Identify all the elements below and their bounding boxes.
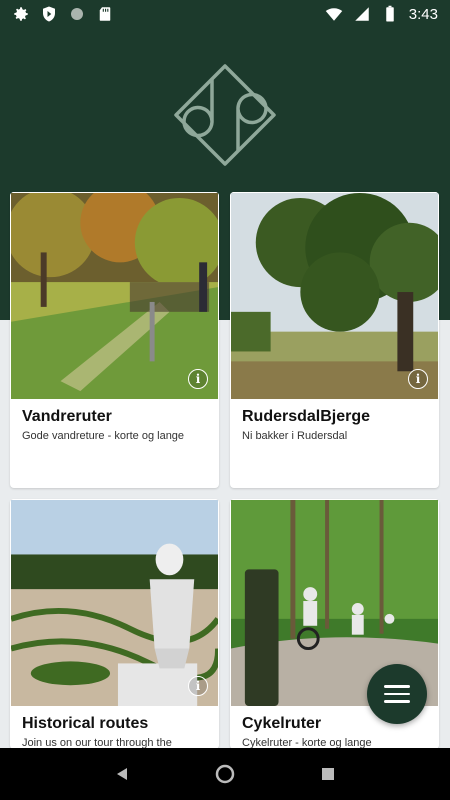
- card-image-oak-tree: i: [230, 192, 439, 400]
- card-subtitle: Gode vandreture - korte og lange: [22, 430, 185, 442]
- route-card-rudersdalbjerge[interactable]: i RudersdalBjerge Ni bakker i Rudersdal: [230, 192, 439, 488]
- info-icon[interactable]: i: [188, 676, 208, 696]
- info-icon[interactable]: i: [408, 369, 428, 389]
- dp-diamond-logo: [174, 64, 276, 166]
- card-title: Vandreruter: [22, 408, 112, 425]
- card-image-hikers: i: [10, 192, 219, 400]
- back-button[interactable]: [110, 762, 134, 786]
- card-image-statue-garden: i: [10, 499, 219, 707]
- back-icon: [116, 768, 127, 780]
- signal-icon: [355, 7, 369, 21]
- menu-icon-line: [384, 685, 410, 688]
- card-title: RudersdalBjerge: [242, 408, 371, 425]
- menu-icon-line: [384, 692, 410, 696]
- card-title: Historical routes: [22, 715, 149, 732]
- battery-icon: [386, 5, 394, 22]
- menu-icon-line: [384, 700, 410, 703]
- circle-icon: [71, 8, 83, 20]
- gear-icon: [14, 7, 28, 21]
- recents-button[interactable]: [316, 762, 340, 786]
- card-subtitle: Ni bakker i Rudersdal: [242, 430, 348, 442]
- home-button[interactable]: [213, 762, 237, 786]
- home-icon: [215, 764, 235, 784]
- route-card-vandreruter[interactable]: i Vandreruter Gode vandreture - korte og…: [10, 192, 219, 488]
- status-bar: 3:43: [0, 0, 450, 28]
- recents-icon: [322, 768, 335, 780]
- route-card-historical-routes[interactable]: i Historical routes Join us on our tour …: [10, 499, 219, 749]
- menu-button[interactable]: [367, 664, 427, 724]
- info-icon[interactable]: i: [188, 369, 208, 389]
- shield-play-icon: [43, 6, 55, 22]
- status-time: 3:43: [408, 5, 438, 23]
- wifi-icon: [325, 8, 343, 21]
- navigation-bar: [0, 748, 450, 800]
- sd-card-icon: [99, 7, 111, 21]
